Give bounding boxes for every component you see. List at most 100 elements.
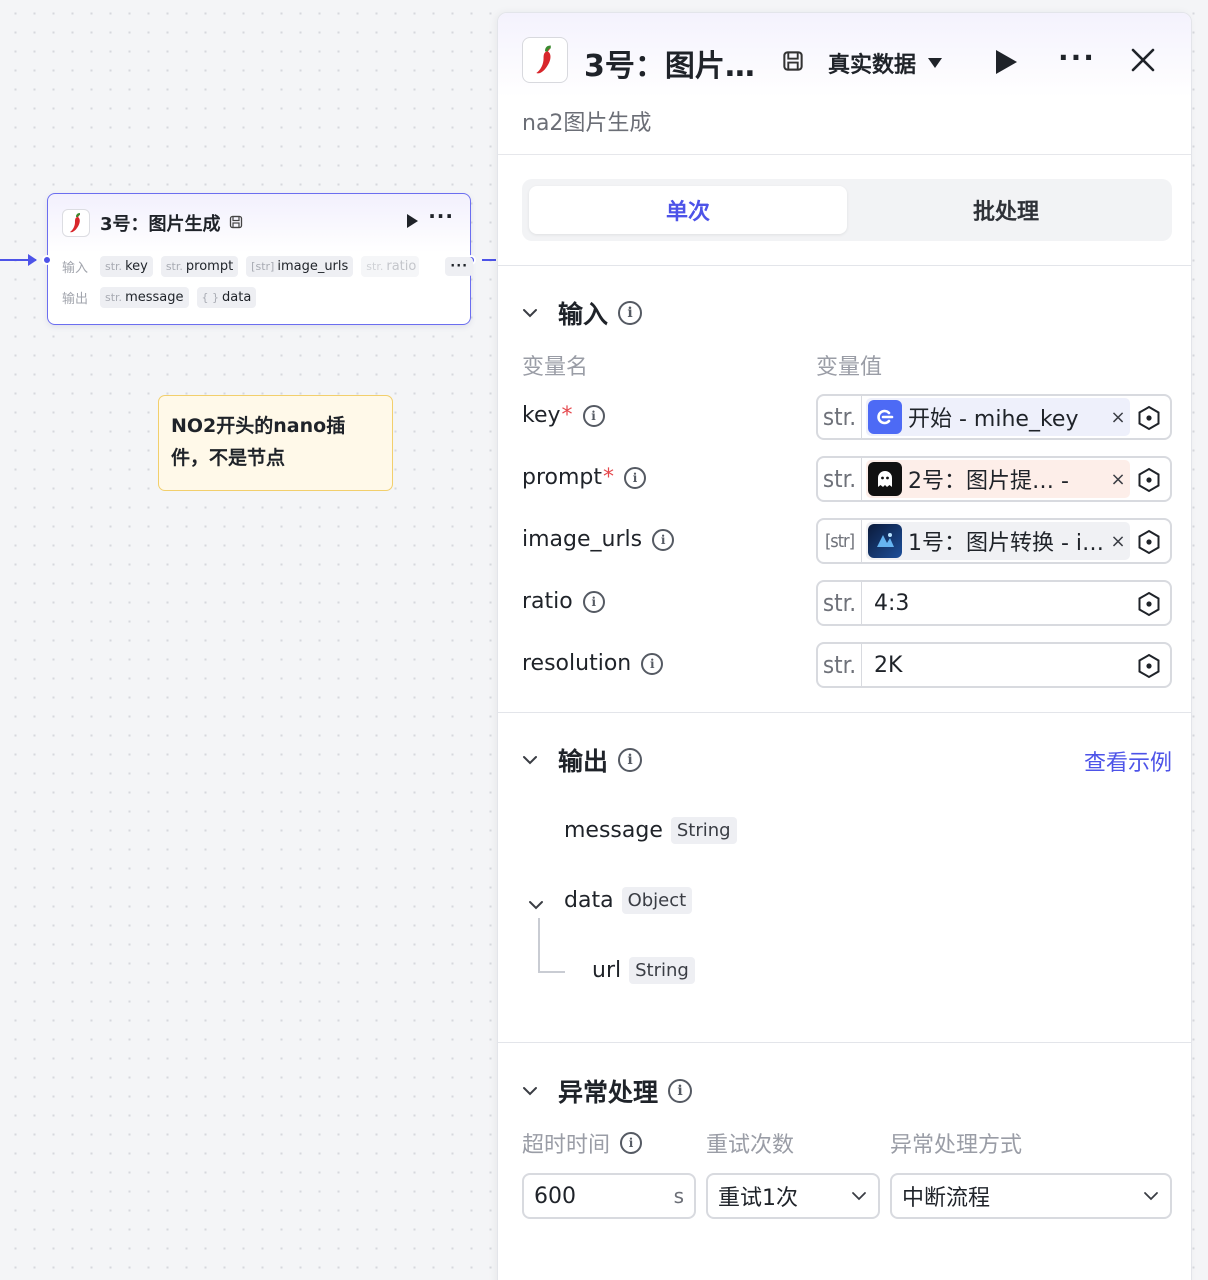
info-icon[interactable]: i: [582, 404, 605, 427]
input-chip: str. key: [100, 256, 153, 277]
output-field-message: message String: [564, 817, 737, 844]
chili-pepper-icon: [522, 37, 568, 83]
close-icon[interactable]: [1130, 47, 1156, 73]
info-icon[interactable]: i: [668, 1079, 693, 1103]
var-name-label: resolution: [522, 651, 632, 676]
timeout-label: 超时时间 i: [522, 1127, 643, 1159]
caret-down-icon: [928, 58, 943, 68]
run-mode-tabs: 单次 批处理: [522, 179, 1172, 241]
remove-ref-icon[interactable]: ×: [1106, 407, 1130, 428]
var-name-label: image_urls: [522, 527, 643, 552]
workflow-node-image-gen[interactable]: 3号：图片生成 ··· 输入 str. key str. prompt [str] i…: [42, 193, 476, 325]
tree-line: [538, 971, 565, 973]
info-icon[interactable]: i: [582, 590, 605, 613]
output-field-url: url String: [592, 957, 695, 984]
output-section-header[interactable]: 输出 i: [522, 742, 643, 778]
var-value-text[interactable]: 4:3: [874, 591, 1170, 616]
var-name-resolution: resolution i: [522, 651, 664, 676]
info-icon[interactable]: i: [620, 1132, 643, 1154]
tree-line: [538, 918, 540, 972]
required-mark: *: [603, 465, 615, 490]
retry-select[interactable]: 重试1次: [706, 1173, 880, 1219]
var-value-text[interactable]: 2K: [874, 653, 1170, 678]
var-value-resolution[interactable]: str. 2K: [816, 642, 1172, 688]
timeout-unit: s: [673, 1184, 684, 1208]
tab-batch[interactable]: 批处理: [847, 186, 1165, 234]
retry-label: 重试次数: [706, 1133, 795, 1158]
var-value-ratio[interactable]: str. 4:3: [816, 580, 1172, 626]
var-name-key: key * i: [522, 403, 605, 428]
var-value-image-urls[interactable]: [str] 1号：图片转换 - i… ×: [816, 518, 1172, 564]
remove-ref-icon[interactable]: ×: [1106, 469, 1130, 490]
output-field-name: url: [592, 958, 622, 983]
var-value-prompt[interactable]: str. 2号：图片提… - ×: [816, 456, 1172, 502]
chevron-down-icon[interactable]: [528, 897, 544, 913]
var-name-prompt: prompt * i: [522, 465, 647, 490]
more-inputs-button[interactable]: ···: [445, 257, 474, 276]
variable-ref-chip[interactable]: 1号：图片转换 - i… ×: [866, 522, 1130, 560]
chevron-down-icon: [1144, 1192, 1158, 1201]
variable-hex-icon[interactable]: [1136, 405, 1162, 431]
tab-single[interactable]: 单次: [529, 186, 847, 234]
input-section-title: 输入: [558, 300, 609, 329]
col-label-name: 变量名: [522, 355, 589, 380]
variable-ref-text: 开始 - mihe_key: [908, 407, 1079, 432]
required-mark: *: [561, 403, 573, 428]
var-name-label: prompt: [522, 465, 603, 490]
image-convert-node-icon: [868, 524, 902, 558]
info-icon[interactable]: i: [618, 301, 643, 325]
output-chip: { } data: [196, 287, 257, 308]
data-mode-dropdown[interactable]: 真实数据: [828, 47, 943, 79]
output-field-name: message: [564, 818, 663, 843]
timeout-value: 600: [534, 1183, 576, 1209]
start-node-icon: [868, 400, 902, 434]
chevron-down-icon: [523, 756, 537, 765]
panel-title[interactable]: 3号：图片…: [584, 41, 755, 85]
node-title: 3号：图片生成: [100, 214, 221, 235]
incoming-edge-arrow: [28, 254, 37, 266]
more-icon[interactable]: ···: [428, 204, 454, 228]
play-icon[interactable]: [407, 214, 418, 228]
info-icon[interactable]: i: [618, 748, 643, 772]
variable-ref-text: 2号：图片提… -: [908, 469, 1069, 494]
play-icon[interactable]: [996, 50, 1017, 74]
variable-ref-chip[interactable]: 2号：图片提… - ×: [866, 460, 1130, 498]
remove-ref-icon[interactable]: ×: [1106, 531, 1130, 552]
save-icon: [782, 50, 804, 76]
sticky-note[interactable]: NO2开头的nano插 件，不是节点: [158, 395, 393, 491]
more-icon[interactable]: ···: [1058, 41, 1096, 74]
variable-hex-icon[interactable]: [1136, 591, 1162, 617]
inputs-label: 输入: [62, 261, 89, 276]
panel-subtitle: na2图片生成: [522, 111, 652, 136]
ghost-node-icon: [868, 462, 902, 496]
node-outputs-row: 输出 str. message { } data: [62, 287, 257, 308]
input-section-header[interactable]: 输入 i: [522, 295, 643, 331]
panel-header: 3号：图片… 真实数据 ··· na2图片生成: [498, 13, 1191, 155]
variable-hex-icon[interactable]: [1136, 529, 1162, 555]
error-method-select[interactable]: 中断流程: [890, 1173, 1172, 1219]
col-label-value: 变量值: [816, 355, 883, 380]
type-badge: str.: [818, 396, 862, 438]
variable-hex-icon[interactable]: [1136, 653, 1162, 679]
node-inputs-row: 输入 str. key str. prompt [str] image_urls st…: [62, 256, 474, 277]
node-input-port[interactable]: [42, 255, 52, 265]
variable-hex-icon[interactable]: [1136, 467, 1162, 493]
data-mode-label: 真实数据: [828, 53, 917, 78]
info-icon[interactable]: i: [624, 466, 647, 489]
info-icon[interactable]: i: [652, 528, 675, 551]
var-value-key[interactable]: str. 开始 - mihe_key ×: [816, 394, 1172, 440]
output-section-title: 输出: [558, 747, 609, 776]
variable-ref-chip[interactable]: 开始 - mihe_key ×: [866, 398, 1130, 436]
output-chip: str. message: [100, 287, 189, 308]
var-name-ratio: ratio i: [522, 589, 605, 614]
timeout-input[interactable]: 600 s: [522, 1173, 696, 1219]
type-tag: String: [629, 957, 695, 984]
input-chip: str. ratio: [361, 256, 420, 277]
node-header: 3号：图片生成 ···: [62, 204, 456, 238]
error-section-header[interactable]: 异常处理 i: [522, 1073, 693, 1109]
error-method-label: 异常处理方式: [890, 1133, 1023, 1158]
info-icon[interactable]: i: [641, 652, 664, 675]
view-example-link[interactable]: 查看示例: [1084, 745, 1172, 777]
type-tag: Object: [621, 887, 693, 914]
variable-ref-text: 1号：图片转换 - i…: [908, 531, 1105, 556]
